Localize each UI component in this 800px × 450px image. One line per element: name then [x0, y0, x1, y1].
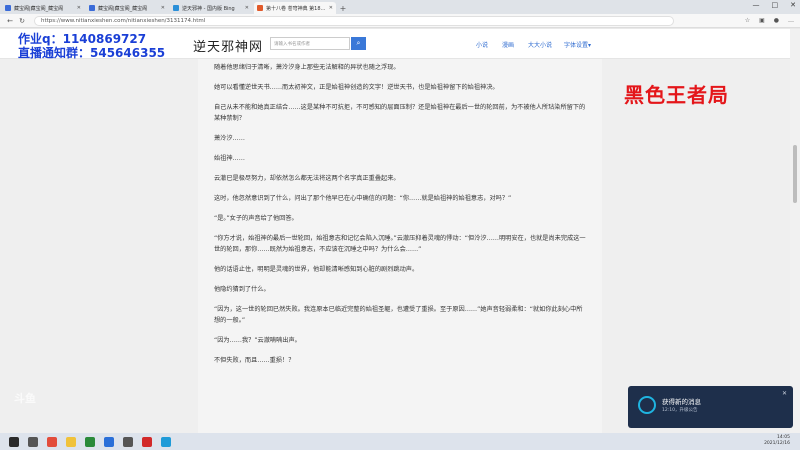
minimize-button[interactable]: —: [753, 1, 760, 9]
chapter-paragraph: 不但失败，而且……重损！？: [214, 357, 295, 364]
nav-link-dada[interactable]: 大大小说: [528, 40, 552, 49]
chapter-paragraph: 随着他思绪归于清晰，萧泠汐身上那些无法解释的异状也随之浮现。: [214, 64, 400, 71]
chapter-paragraph: “是。”女子的声音给了他回答。: [214, 215, 298, 222]
game-icon[interactable]: [85, 436, 95, 447]
nav-link-novels[interactable]: 小说: [476, 40, 488, 49]
camera-icon[interactable]: [123, 436, 133, 447]
tab-title: 逆天邪神 - 国内版 Bing: [182, 5, 235, 12]
page-scrollbar[interactable]: [790, 29, 800, 433]
tab-favicon-icon: [89, 5, 95, 11]
close-window-button[interactable]: ✕: [790, 1, 796, 9]
maximize-button[interactable]: □: [772, 1, 779, 9]
chapter-paragraph: 这时，他忽然意识到了什么，问出了那个他早已在心中确信的问题：“你……就是始祖神的…: [214, 195, 512, 202]
edge-icon[interactable]: [161, 436, 171, 447]
url-text: https://www.nitianxieshen.com/nitianxies…: [41, 17, 206, 24]
taskbar: 14:05 2021/12/16: [0, 433, 800, 450]
url-field[interactable]: https://www.nitianxieshen.com/nitianxies…: [34, 15, 674, 26]
tab-favicon-icon: [173, 5, 179, 11]
font-settings-menu[interactable]: 字体设置▾: [564, 40, 591, 49]
address-bar: ← ↻ https://www.nitianxieshen.com/nitian…: [0, 14, 800, 28]
search-button[interactable]: ⌕: [351, 37, 366, 50]
notification-close-button[interactable]: ✕: [782, 390, 787, 397]
clock-date: 2021/12/16: [764, 441, 790, 446]
blue-app-icon[interactable]: [104, 436, 114, 447]
tab-favicon-icon: [5, 5, 11, 11]
browser-tab-strip: 藏宝阁|藏宝阁_藏宝阁 ✕ 藏宝阁|藏宝阁_藏宝阁 ✕ 逆天邪神 - 国内版 Bing ✕…: [0, 0, 800, 14]
tab-title: 第十八卷 苍穹神典 第1828章 轮: [266, 5, 327, 12]
notification-subtitle: 12:10，升级公告: [662, 408, 698, 413]
search-input[interactable]: 请输入书名或作者: [270, 37, 350, 50]
chapter-paragraph: 她可以看懂逆世天书……而太初神文，正是始祖神创造的文字！逆世天书，也是始祖神留下…: [214, 84, 499, 91]
chapter-paragraph: “你方才说，始祖神的最后一世轮回，始祖意志和记忆会陷入沉睡。”云澈压抑着灵魂的悸…: [214, 235, 586, 253]
chrome-icon[interactable]: [47, 436, 57, 447]
nav-link-comics[interactable]: 漫画: [502, 40, 514, 49]
search-icon: ⌕: [356, 39, 361, 47]
tab-title: 藏宝阁|藏宝阁_藏宝阁: [98, 5, 148, 12]
chapter-paragraph: “因为，这一世的轮回已然失败。我连原本已临近完整的始祖圣躯，也遭受了重损。至于原…: [214, 306, 583, 324]
folder-icon[interactable]: [66, 436, 76, 447]
overlay-group-text: 直播通知群：545646355: [18, 46, 166, 60]
tab-close-icon[interactable]: ✕: [245, 5, 249, 11]
overlay-room-title: 黑色王者局: [624, 83, 729, 107]
notification-title: 获得新的消息: [662, 398, 701, 406]
chapter-paragraph: 他隐约猜到了什么。: [214, 286, 270, 293]
system-clock[interactable]: 14:05 2021/12/16: [764, 435, 790, 447]
favorites-icon[interactable]: ☆: [745, 17, 750, 24]
chapter-paragraph: 他的话语止住，明明是灵魂的世界，他却能清晰感知到心脏的剧烈跳动声。: [214, 266, 419, 273]
chapter-paragraph: 自己从未不能和她真正结合……这是某种不可抗拒，不可感知的层面压制？还是始祖神在最…: [214, 104, 586, 122]
profile-icon[interactable]: ●: [774, 17, 779, 24]
notification-app-icon: [638, 396, 656, 414]
start-icon[interactable]: [9, 436, 19, 447]
browser-toolbar-icons: ☆ ▣ ● …: [745, 17, 794, 24]
collections-icon[interactable]: ▣: [759, 17, 765, 24]
back-icon[interactable]: ←: [4, 17, 16, 25]
site-logo[interactable]: 逆天邪神网: [193, 36, 263, 55]
chapter-paragraph: 云澈已是极尽努力，却依然怎么都无法将这两个名字真正重叠起来。: [214, 175, 400, 182]
tab-close-icon[interactable]: ✕: [77, 5, 81, 11]
window-controls: — □ ✕: [753, 1, 797, 9]
scrollbar-thumb[interactable]: [793, 145, 797, 203]
tab-close-icon[interactable]: ✕: [329, 5, 333, 11]
browser-tab[interactable]: 藏宝阁|藏宝阁_藏宝阁 ✕: [2, 2, 84, 14]
browser-tab[interactable]: 藏宝阁|藏宝阁_藏宝阁 ✕: [86, 2, 168, 14]
search-placeholder: 请输入书名或作者: [274, 41, 310, 47]
more-icon[interactable]: …: [788, 17, 794, 24]
search-icon[interactable]: [28, 436, 38, 447]
new-tab-button[interactable]: +: [338, 2, 348, 14]
chapter-content: 随着他思绪归于清晰，萧泠汐身上那些无法解释的异状也随之浮现。她可以看懂逆世天书……: [198, 59, 602, 433]
tab-close-icon[interactable]: ✕: [161, 5, 165, 11]
tab-title: 藏宝阁|藏宝阁_藏宝阁: [14, 5, 64, 12]
chapter-paragraph: 萧泠汐……: [214, 135, 245, 142]
chapter-paragraph: 始祖神……: [214, 155, 245, 162]
browser-tab[interactable]: 逆天邪神 - 国内版 Bing ✕: [170, 2, 252, 14]
browser-tab[interactable]: 第十八卷 苍穹神典 第1828章 轮✕: [254, 2, 336, 14]
chapter-paragraph: “因为……我？”云澈喃喃出声。: [214, 337, 301, 344]
red-app-icon[interactable]: [142, 436, 152, 447]
douyu-watermark: 斗鱼: [14, 392, 36, 405]
tab-favicon-icon: [257, 5, 263, 11]
refresh-icon[interactable]: ↻: [16, 17, 28, 25]
toast-notification[interactable]: 获得新的消息 12:10，升级公告 ✕: [628, 386, 793, 428]
